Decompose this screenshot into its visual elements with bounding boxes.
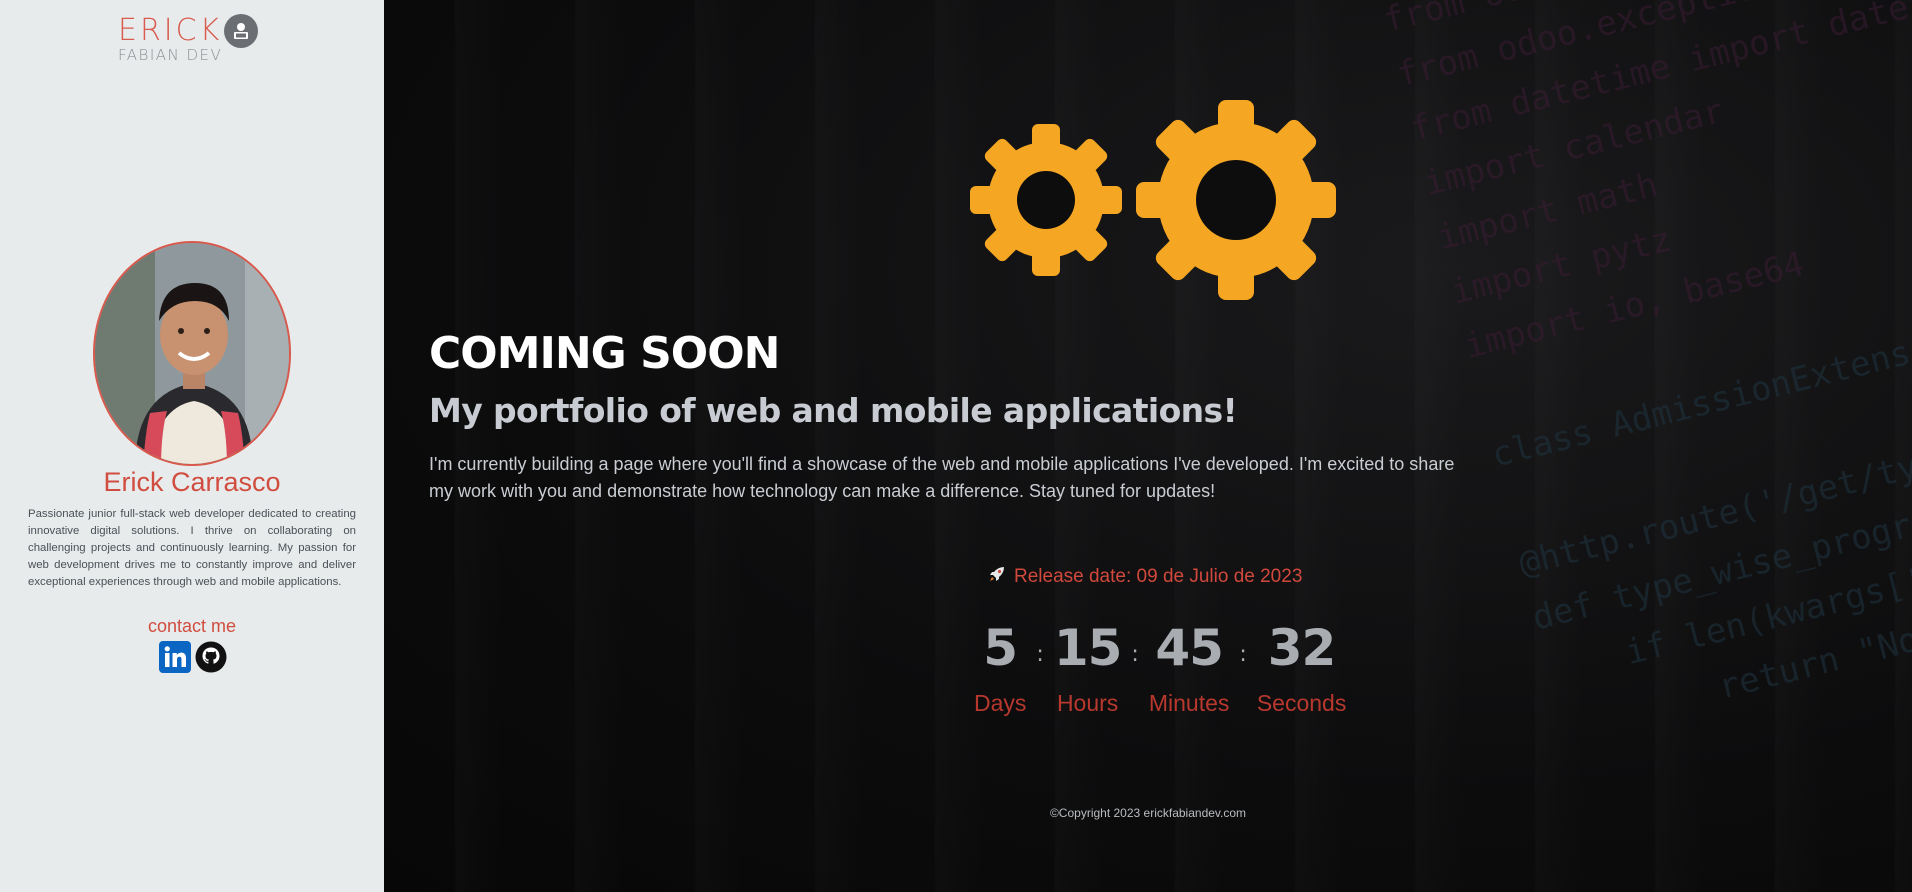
sidebar: ERICK FABIAN DEV Erick Carrasco Passiona… [0, 0, 384, 892]
copyright-footer: ©Copyright 2023 erickfabiandev.com [1049, 806, 1247, 820]
main-content: #-*- coding: utf-8 from odoo import http… [384, 0, 1912, 892]
logo-text: ERICK [118, 13, 223, 48]
minutes-label: Minutes [1148, 690, 1230, 716]
github-icon[interactable] [194, 640, 228, 674]
profile-bio: Passionate junior full-stack web develop… [28, 508, 356, 588]
countdown-separator: : [1036, 642, 1044, 667]
countdown-seconds: 32 Seconds [1257, 618, 1347, 717]
seconds-label: Seconds [1256, 690, 1347, 716]
computer-avatar-icon [224, 14, 259, 48]
release-date-text: Release date: 09 de Julio de 2023 [1014, 566, 1303, 587]
hours-value: 15 [1053, 619, 1123, 677]
page-title: COMING SOON [429, 328, 780, 379]
page-description: I'm currently building a page where you'… [429, 454, 1455, 501]
site-logo[interactable]: ERICK FABIAN DEV [118, 14, 278, 72]
days-label: Days [974, 690, 1027, 716]
minutes-value: 45 [1155, 619, 1224, 677]
days-value: 5 [983, 619, 1018, 677]
social-links [158, 640, 228, 674]
linkedin-icon[interactable] [158, 640, 192, 674]
seconds-value: 32 [1267, 619, 1337, 677]
release-date: Release date: 09 de Julio de 2023 [988, 565, 1302, 589]
gear-icon [970, 100, 1336, 300]
countdown-hours: 15 Hours [1053, 618, 1123, 717]
logo-subtitle: FABIAN DEV [118, 46, 223, 64]
countdown-separator: : [1239, 642, 1247, 667]
page-subtitle: My portfolio of web and mobile applicati… [429, 391, 1238, 430]
profile-photo [93, 241, 291, 466]
countdown-days: 5 Days [974, 618, 1026, 717]
countdown: 5 Days : 15 Hours : 45 Minutes : 32 Seco… [974, 618, 1346, 717]
countdown-separator: : [1131, 642, 1139, 667]
hours-label: Hours [1056, 690, 1119, 716]
rocket-icon [988, 565, 1006, 589]
contact-heading: contact me [147, 616, 237, 636]
profile-name: Erick Carrasco [103, 467, 281, 497]
countdown-minutes: 45 Minutes [1149, 618, 1230, 717]
